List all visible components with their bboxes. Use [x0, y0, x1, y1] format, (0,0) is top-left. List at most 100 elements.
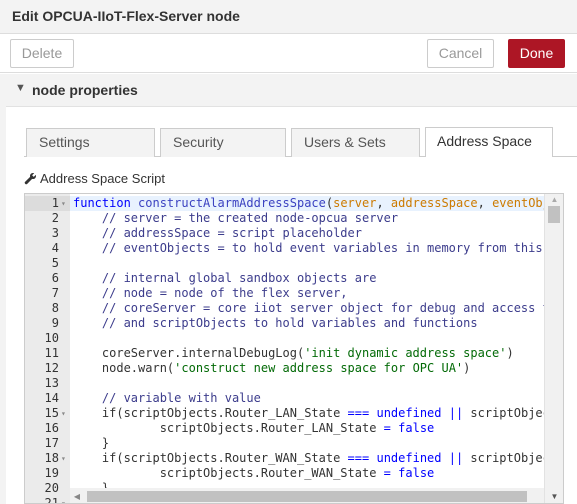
code-line: 13 [25, 376, 563, 391]
tray-header: Edit OPCUA-IIoT-Flex-Server node [0, 0, 577, 34]
cancel-button[interactable]: Cancel [427, 39, 494, 68]
code-token: // internal global sandbox objects are [73, 271, 377, 285]
line-number: 5 [51, 256, 59, 270]
code-token: // variable with value [73, 391, 261, 405]
line-number: 8 [51, 301, 59, 315]
code-text: if(scriptObjects.Router_WAN_State === un… [73, 451, 563, 466]
fold-arrow-icon[interactable]: ▾ [61, 196, 69, 211]
line-number: 14 [44, 391, 59, 405]
code-token: if(scriptObjects.Router_LAN_State [73, 406, 348, 420]
code-token: // addressSpace = script placeholder [73, 226, 362, 240]
code-line: 6 // internal global sandbox objects are [25, 271, 563, 286]
code-token: // node = node of the flex server, [73, 286, 348, 300]
code-line: 7 // node = node of the flex server, [25, 286, 563, 301]
horizontal-scroll-thumb[interactable] [87, 491, 527, 502]
scroll-down-icon[interactable]: ▼ [545, 490, 563, 503]
code-token: = [383, 421, 391, 435]
line-number: 9 [51, 316, 59, 330]
code-line: 12 node.warn('construct new address spac… [25, 361, 563, 376]
line-number: 21 [44, 496, 59, 504]
line-number: 1 [51, 196, 59, 210]
code-token: node.warn( [73, 361, 175, 375]
code-text: // internal global sandbox objects are [73, 271, 377, 286]
section-title: node properties [32, 82, 138, 98]
code-token: || [448, 406, 464, 420]
chevron-down-icon: ▼ [15, 82, 26, 94]
tab-security[interactable]: Security [160, 128, 286, 157]
code-token: // server = the created node-opcua serve… [73, 211, 399, 225]
code-line: 8 // coreServer = core iiot server objec… [25, 301, 563, 316]
code-token: } [73, 436, 110, 450]
code-token: false [398, 421, 435, 435]
code-token: server [333, 196, 377, 210]
code-text: // node = node of the flex server, [73, 286, 348, 301]
tab-address-space[interactable]: Address Space [425, 127, 553, 157]
code-token: ) [506, 346, 514, 360]
code-token: 'init dynamic address space' [304, 346, 507, 360]
line-number: 16 [44, 421, 59, 435]
code-token: || [448, 451, 464, 465]
vertical-scrollbar[interactable]: ▲ ▼ [544, 194, 563, 503]
code-line: 5 [25, 256, 563, 271]
delete-button[interactable]: Delete [10, 39, 74, 68]
code-line: 18 ▾ if(scriptObjects.Router_WAN_State ==… [25, 451, 563, 466]
horizontal-scrollbar[interactable]: ◀ [70, 488, 544, 503]
code-token: // eventObjects = to hold event variable… [73, 241, 564, 255]
line-number: 2 [51, 211, 59, 225]
code-line: 14 // variable with value [25, 391, 563, 406]
line-number: 7 [51, 286, 59, 300]
tab-settings[interactable]: Settings [26, 128, 155, 157]
tray-title: Edit OPCUA-IIoT-Flex-Server node [12, 8, 240, 24]
code-text: // variable with value [73, 391, 261, 406]
fold-arrow-icon[interactable]: ▾ [61, 406, 69, 421]
line-number: 11 [44, 346, 59, 360]
line-number: 20 [44, 481, 59, 495]
code-token: === [347, 451, 370, 465]
code-text: function constructAlarmAddressSpace(serv… [73, 196, 563, 211]
code-text: // eventObjects = to hold event variable… [73, 241, 564, 256]
code-line: 9 // and scriptObjects to hold variables… [25, 316, 563, 331]
wrench-icon [24, 173, 36, 185]
tab-bar: Settings Security Users & Sets Address S… [24, 127, 577, 157]
code-line: 17 } [25, 436, 563, 451]
code-token: constructAlarmAddressSpace [138, 196, 326, 210]
scroll-up-icon[interactable]: ▲ [545, 194, 563, 206]
code-line: 2 // server = the created node-opcua ser… [25, 211, 563, 226]
code-token: if(scriptObjects.Router_WAN_State [73, 451, 348, 465]
code-line: 1 ▾ function constructAlarmAddressSpace(se… [25, 196, 563, 211]
code-line: 16 scriptObjects.Router_LAN_State = fals… [25, 421, 563, 436]
code-text: node.warn('construct new address space f… [73, 361, 470, 376]
fold-arrow-icon[interactable]: ▾ [61, 451, 69, 466]
line-number: 15 [44, 406, 59, 420]
script-label-row: Address Space Script [24, 171, 165, 189]
line-number: 18 [44, 451, 59, 465]
vertical-scroll-thumb[interactable] [548, 206, 560, 223]
code-text: // and scriptObjects to hold variables a… [73, 316, 478, 331]
toolbar-divider [0, 72, 577, 73]
code-token: addressSpace [390, 196, 478, 210]
line-number: 4 [51, 241, 59, 255]
code-token: === [347, 406, 370, 420]
node-properties-content: Settings Security Users & Sets Address S… [6, 107, 577, 504]
code-token: // and scriptObjects to hold variables a… [73, 316, 478, 330]
node-properties-header[interactable]: ▼ node properties [6, 74, 577, 107]
tab-users-and-sets[interactable]: Users & Sets [291, 128, 420, 157]
code-token: 'construct new address space for OPC UA' [174, 361, 464, 375]
fold-arrow-icon[interactable]: ▾ [61, 496, 69, 503]
line-number: 3 [51, 226, 59, 240]
line-number: 13 [44, 376, 59, 390]
code-text: // coreServer = core iiot server object … [73, 301, 557, 316]
code-token: = [383, 466, 391, 480]
scroll-left-icon[interactable]: ◀ [70, 488, 84, 503]
done-button[interactable]: Done [508, 39, 565, 68]
code-line: 15 ▾ if(scriptObjects.Router_LAN_State ==… [25, 406, 563, 421]
code-line: 11 coreServer.internalDebugLog('init dyn… [25, 346, 563, 361]
code-token: undefined [376, 451, 442, 465]
code-token: scriptObjects.Router_WAN_State [73, 466, 384, 480]
code-editor[interactable]: 1 ▾ function constructAlarmAddressSpace(se… [24, 193, 564, 504]
line-number: 17 [44, 436, 59, 450]
code-token: , [477, 196, 493, 210]
code-text: // addressSpace = script placeholder [73, 226, 362, 241]
